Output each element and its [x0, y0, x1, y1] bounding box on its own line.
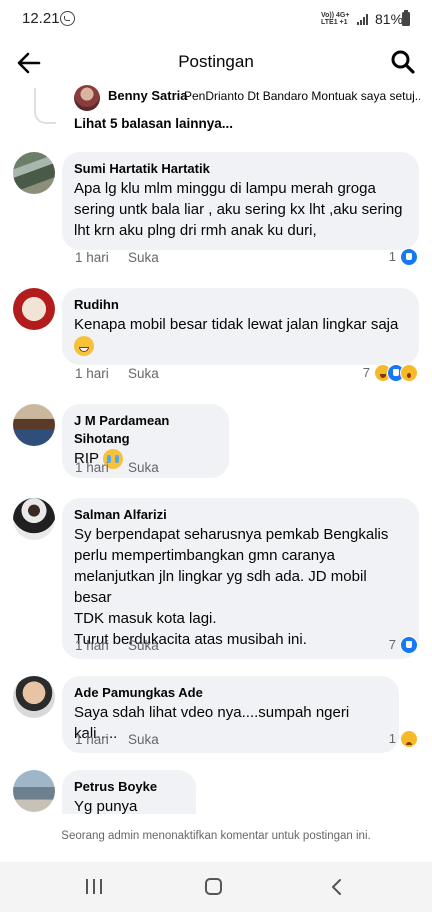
- comment-bubble[interactable]: Rudihn Kenapa mobil besar tidak lewat ja…: [62, 288, 419, 366]
- avatar[interactable]: [13, 404, 55, 446]
- comment-line: sering untk bala liar , aku sering kx lh…: [74, 201, 403, 218]
- comment-bubble[interactable]: Sumi Hartatik Hartatik Apa lg klu mlm mi…: [62, 152, 419, 250]
- comment-bubble[interactable]: Petrus Boyke Yg punya stavan: [62, 770, 196, 814]
- comment-meta: 1 hari Suka: [75, 638, 159, 653]
- avatar[interactable]: [13, 498, 55, 540]
- like-reaction-icon: [400, 248, 418, 266]
- comment-line: TDK masuk kota lagi.: [74, 610, 217, 627]
- comment-time: 1 hari: [75, 460, 109, 475]
- comment-line: Apa lg klu mlm minggu di lampu merah gro…: [74, 180, 376, 197]
- comment-line: Yg punya stavan: [74, 798, 138, 814]
- comment-line: Turut berdukacita atas musibah ini.: [74, 631, 307, 648]
- like-button[interactable]: Suka: [128, 250, 159, 265]
- comment-author[interactable]: Sumi Hartatik Hartatik: [74, 160, 407, 178]
- comment-item: Petrus Boyke Yg punya stavan: [0, 770, 432, 814]
- home-icon[interactable]: [205, 878, 222, 895]
- network-bottom-text: LTE1 +1: [321, 19, 348, 26]
- avatar[interactable]: [13, 770, 55, 812]
- recent-apps-icon[interactable]: [86, 879, 102, 894]
- comment-author[interactable]: Petrus Boyke: [74, 778, 184, 796]
- like-button[interactable]: Suka: [128, 366, 159, 381]
- reaction-summary[interactable]: 1: [389, 248, 418, 268]
- page-title: Postingan: [178, 52, 254, 71]
- reply-text: PenDrianto Dt Bandaro Montuak saya setuj…: [184, 89, 420, 103]
- search-icon[interactable]: [390, 49, 416, 75]
- reaction-count: 7: [388, 637, 396, 652]
- comment-line: Saya sdah lihat vdeo nya....sumpah ngeri…: [74, 704, 350, 742]
- comment-line: melanjutkan jln lingkar yg sdh ada. JD m…: [74, 568, 367, 606]
- thread-connector: [34, 88, 56, 124]
- comment-line: lht krn aku plng dri rmh anak ku duri,: [74, 222, 317, 239]
- comment-bubble[interactable]: Ade Pamungkas Ade Saya sdah lihat vdeo n…: [62, 676, 399, 753]
- reply-author[interactable]: Benny Satria: [108, 88, 187, 103]
- comment-author[interactable]: Ade Pamungkas Ade: [74, 684, 387, 702]
- reaction-count: 7: [362, 365, 370, 380]
- network-indicator: Vo)) 4G+ LTE1 +1: [321, 12, 349, 26]
- wow-reaction-icon: [400, 364, 418, 382]
- like-button[interactable]: Suka: [128, 638, 159, 653]
- back-nav-icon[interactable]: [328, 878, 346, 896]
- comment-line: Kenapa mobil besar tidak lewat jalan lin…: [74, 316, 399, 333]
- reaction-summary[interactable]: 7: [389, 636, 418, 656]
- like-button[interactable]: Suka: [128, 460, 159, 475]
- comment-author[interactable]: Rudihn: [74, 296, 407, 314]
- reaction-count: 1: [388, 249, 396, 264]
- reaction-summary[interactable]: 1: [389, 730, 418, 750]
- comment-meta: 1 hari Suka: [75, 732, 159, 747]
- signal-icon: [357, 13, 371, 25]
- app-bar: Postingan: [0, 40, 432, 84]
- whatsapp-notification-icon: [60, 11, 75, 26]
- sad-reaction-icon: [400, 730, 418, 748]
- system-nav-bar: [0, 862, 432, 912]
- like-reaction-icon: [400, 636, 418, 654]
- more-replies-link[interactable]: Lihat 5 balasan lainnya...: [74, 116, 233, 131]
- like-button[interactable]: Suka: [128, 732, 159, 747]
- comment-meta: 1 hari Suka: [75, 460, 159, 475]
- comment-meta: 1 hari Suka: [75, 366, 159, 381]
- reaction-count: 1: [388, 731, 396, 746]
- comment-author[interactable]: J M Pardamean Sihotang: [74, 412, 217, 448]
- avatar[interactable]: [13, 676, 55, 718]
- comment-time: 1 hari: [75, 250, 109, 265]
- avatar[interactable]: [13, 288, 55, 330]
- avatar[interactable]: [13, 152, 55, 194]
- comment-author[interactable]: Salman Alfarizi: [74, 506, 407, 524]
- avatar[interactable]: [74, 85, 100, 111]
- comment-meta: 1 hari Suka: [75, 250, 159, 265]
- network-top-text: Vo)) 4G+: [321, 12, 350, 19]
- reaction-summary[interactable]: 7: [363, 364, 418, 384]
- comment-bubble[interactable]: Salman Alfarizi Sy berpendapat seharusny…: [62, 498, 419, 659]
- status-time: 12.21: [22, 10, 60, 27]
- status-bar: 12.21 Vo)) 4G+ LTE1 +1 81%: [0, 0, 432, 40]
- comments-disabled-note: Seorang admin menonaktifkan komentar unt…: [61, 830, 371, 842]
- comment-time: 1 hari: [75, 366, 109, 381]
- comment-line: Sy berpendapat seharusnya pemkab Bengkal…: [74, 526, 389, 543]
- battery-percentage: 81%: [375, 11, 404, 27]
- comment-time: 1 hari: [75, 732, 109, 747]
- comment-time: 1 hari: [75, 638, 109, 653]
- comment-line: perlu mempertimbangkan gmn caranya: [74, 547, 335, 564]
- battery-icon: [402, 10, 410, 26]
- grinning-emoji-icon: [74, 336, 94, 357]
